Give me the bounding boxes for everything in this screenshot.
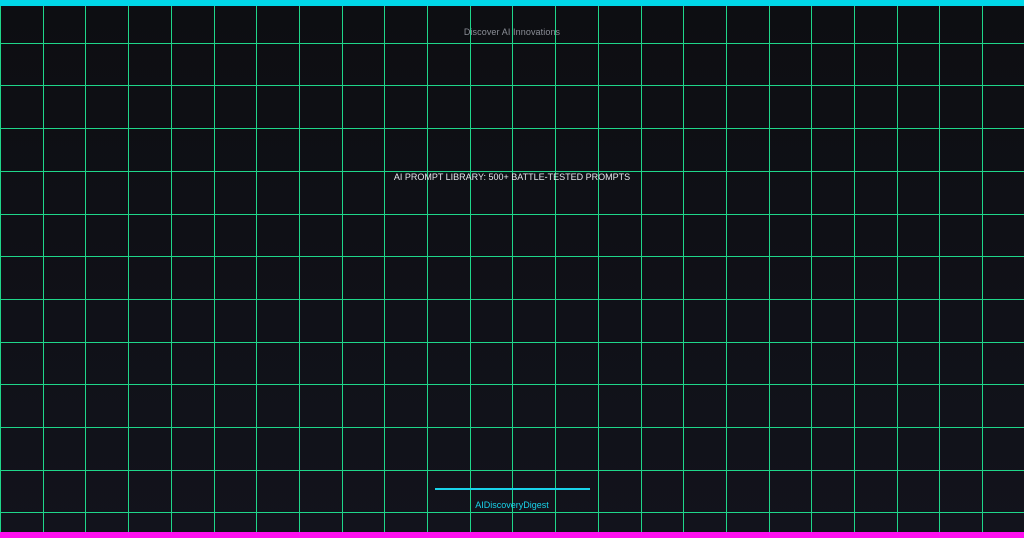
accent-divider [435,488,590,490]
headline: AI PROMPT LIBRARY: 500+ BATTLE-TESTED PR… [393,172,631,182]
grid-background [0,0,1024,538]
bottom-accent-bar [0,532,1024,538]
top-accent-bar [0,0,1024,6]
promo-canvas: Discover AI Innovations AI PROMPT LIBRAR… [0,0,1024,538]
tagline: Discover AI Innovations [463,27,561,37]
brand-name: AIDiscoveryDigest [475,500,549,510]
